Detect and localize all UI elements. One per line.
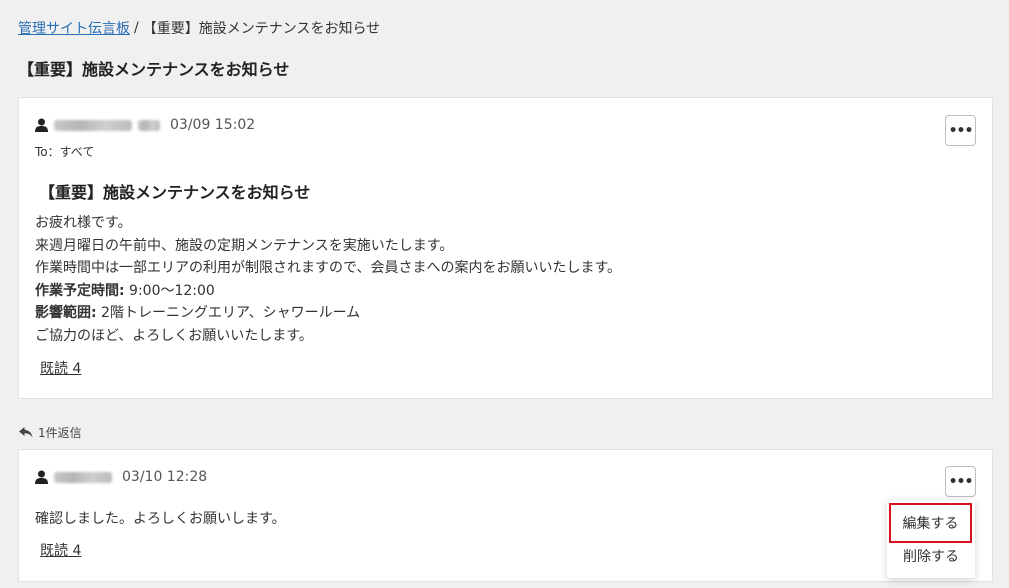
post-body: お疲れ様です。 来週月曜日の午前中、施設の定期メンテナンスを実施いたします。 作… xyxy=(35,212,621,347)
reply-actions-menu: 編集する 削除する xyxy=(887,500,975,578)
page-title: 【重要】施設メンテナンスをお知らせ xyxy=(18,60,290,79)
breadcrumb-current: 【重要】施設メンテナンスをお知らせ xyxy=(142,21,381,37)
reply-read-count-link[interactable]: 既読 4 xyxy=(40,540,81,560)
reply-timestamp: 03/10 12:28 xyxy=(122,469,208,485)
author-suffix-redacted xyxy=(138,119,160,131)
post-schedule: 作業予定時間: 9:00〜12:00 xyxy=(35,280,621,303)
post-timestamp: 03/09 15:02 xyxy=(170,117,256,133)
area-label: 影響範囲: xyxy=(35,305,97,321)
schedule-value: 9:00〜12:00 xyxy=(124,282,215,299)
reply-meta: 03/10 12:28 xyxy=(35,469,207,485)
post-title: 【重要】施設メンテナンスをお知らせ xyxy=(39,183,311,202)
post-area: 影響範囲: 2階トレーニングエリア、シャワールーム xyxy=(35,302,621,325)
reply-count: 1件返信 xyxy=(19,424,82,441)
post-card: 03/09 15:02 ••• To：すべて 【重要】施設メンテナンスをお知らせ… xyxy=(18,97,993,399)
menu-item-delete[interactable]: 削除する xyxy=(887,538,975,574)
post-line: 作業時間中は一部エリアの利用が制限されますので、会員さまへの案内をお願いいたしま… xyxy=(35,260,622,276)
schedule-label: 作業予定時間: xyxy=(35,282,125,299)
breadcrumb-parent-link[interactable]: 管理サイト伝言板 xyxy=(18,18,130,38)
post-recipient: To：すべて xyxy=(35,145,95,159)
post-read-count-link[interactable]: 既読 4 xyxy=(40,358,81,378)
post-line: 来週月曜日の午前中、施設の定期メンテナンスを実施いたします。 xyxy=(35,237,454,254)
reply-card: 03/10 12:28 ••• 確認しました。よろしくお願いします。 既読 4 xyxy=(18,449,993,582)
post-line: お疲れ様です。 xyxy=(35,215,132,231)
post-closing: ご協力のほど、よろしくお願いいたします。 xyxy=(35,327,313,344)
user-icon xyxy=(35,470,48,484)
breadcrumb: 管理サイト伝言板 / 【重要】施設メンテナンスをお知らせ xyxy=(18,18,380,38)
area-value: 2階トレーニングエリア、シャワールーム xyxy=(96,305,361,321)
reply-more-button[interactable]: ••• xyxy=(945,466,976,497)
breadcrumb-separator: / xyxy=(134,20,139,36)
reply-text: 確認しました。よろしくお願いします。 xyxy=(35,511,286,527)
reply-icon xyxy=(19,427,33,438)
reply-count-label: 1件返信 xyxy=(38,426,82,440)
author-name-redacted xyxy=(54,119,132,131)
replier-name-redacted xyxy=(54,471,112,483)
post-meta: 03/09 15:02 xyxy=(35,117,255,133)
user-icon xyxy=(35,118,48,132)
post-more-button[interactable]: ••• xyxy=(945,115,976,146)
menu-item-edit[interactable]: 編集する xyxy=(889,503,972,543)
